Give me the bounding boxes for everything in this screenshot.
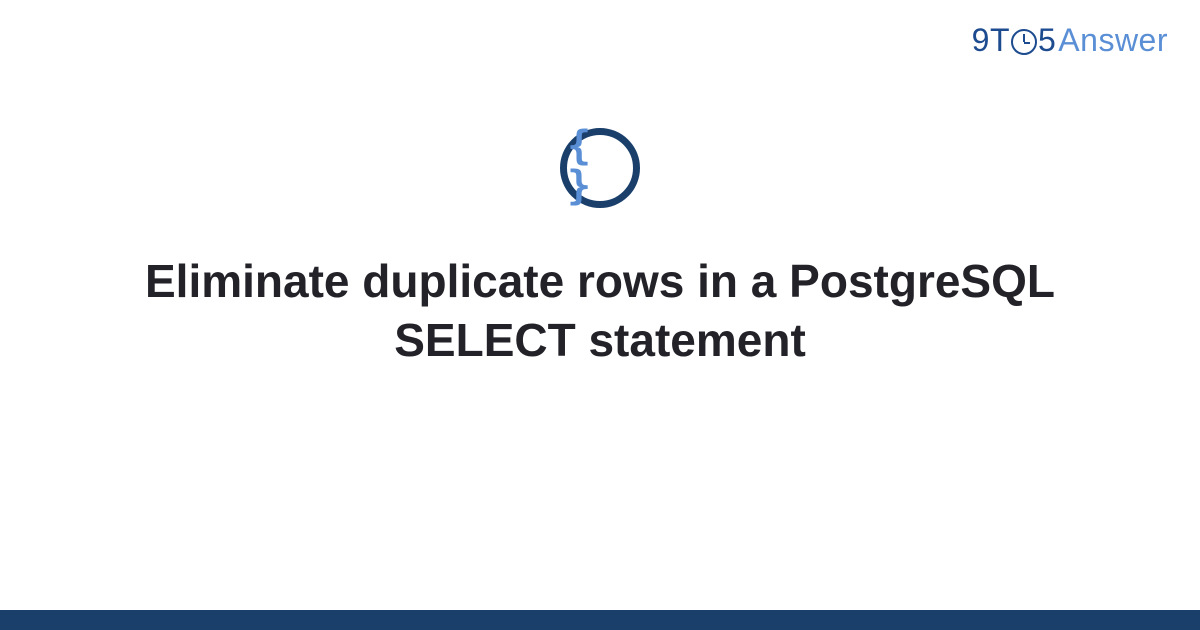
clock-icon (1011, 29, 1037, 55)
braces-glyph: { } (567, 126, 633, 206)
logo-nine: 9 (972, 22, 990, 59)
site-logo: 9 T 5 Answer (972, 22, 1168, 59)
logo-answer: Answer (1058, 22, 1168, 59)
logo-five: 5 (1038, 22, 1056, 59)
code-braces-icon: { } (560, 128, 640, 208)
logo-t: T (990, 22, 1010, 59)
footer-bar (0, 610, 1200, 630)
page-title: Eliminate duplicate rows in a PostgreSQL… (0, 252, 1200, 370)
